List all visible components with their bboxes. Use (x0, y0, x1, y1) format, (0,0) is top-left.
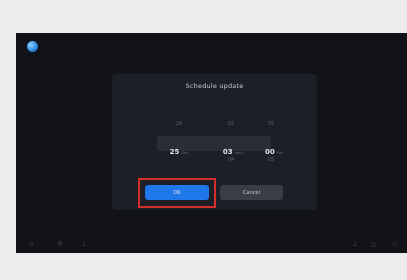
ok-button[interactable]: OK (145, 185, 209, 200)
day-unit: Day (181, 151, 189, 155)
minute-value: 00 (265, 148, 275, 156)
day-prev[interactable]: 24 (165, 121, 193, 127)
minute-next-wrap[interactable]: 05 (257, 157, 285, 163)
seat-heat-right-icon[interactable]: ᒧ (352, 240, 356, 248)
volume-icon[interactable]: ◁ (391, 240, 396, 248)
hour-prev[interactable]: 02 (217, 121, 245, 127)
hour-value: 03 (222, 148, 233, 156)
cancel-button[interactable]: Cancel (220, 185, 283, 200)
minute-unit: Min (276, 151, 283, 155)
day-current[interactable]: 25 Day (165, 139, 193, 158)
assistant-orb-icon[interactable] (27, 41, 38, 52)
home-icon[interactable]: ⌂ (29, 240, 33, 248)
day-value: 25 (169, 148, 180, 156)
hour-current[interactable]: 03 Hour (219, 139, 247, 158)
hour-unit: Hour (234, 151, 244, 155)
hour-next[interactable]: 04 (217, 157, 245, 163)
minute-prev[interactable]: 55 (257, 121, 285, 127)
hour-next-wrap[interactable]: 04 (217, 157, 245, 163)
hour-picker[interactable]: 02 (217, 121, 245, 127)
car-screen: Schedule update 24 25 Day 02 03 Hour 04 55… (16, 33, 407, 253)
seat-heat-icon[interactable]: ᒪ (83, 240, 87, 248)
bottom-control-bar: ⌂ ✣ ᒪ ᒧ △ ◁ (16, 235, 407, 253)
minute-current[interactable]: 00 Min (259, 139, 289, 158)
dialog-title: Schedule update (185, 82, 244, 90)
fan-icon[interactable]: ✣ (57, 240, 63, 248)
defrost-icon[interactable]: △ (371, 240, 376, 248)
minute-picker[interactable]: 55 (257, 121, 285, 127)
minute-next[interactable]: 05 (257, 157, 285, 163)
day-picker[interactable]: 24 (165, 121, 193, 127)
